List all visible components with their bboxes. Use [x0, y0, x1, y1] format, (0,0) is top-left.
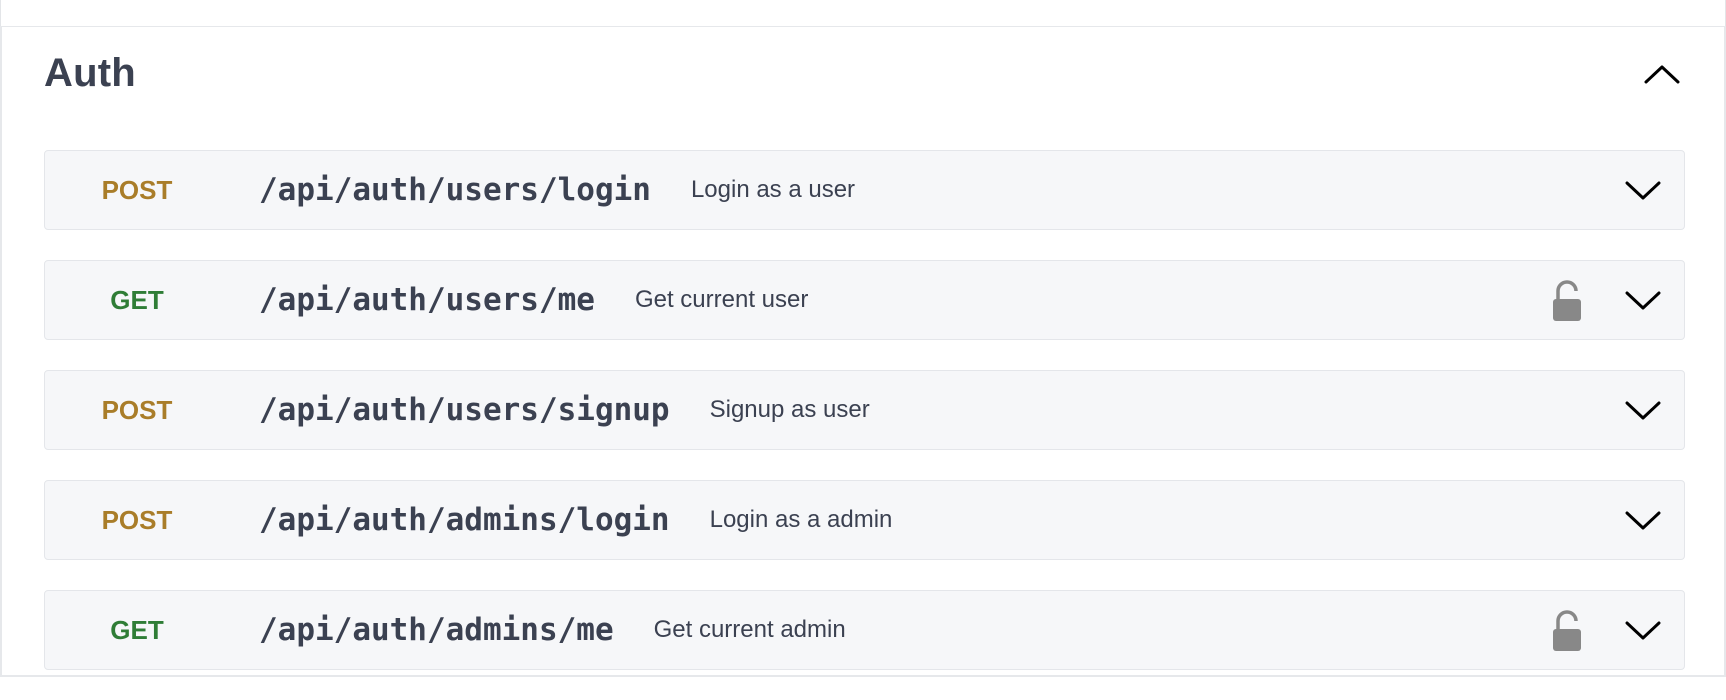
previous-section-card	[0, 0, 1726, 27]
operation-path: /api/auth/admins/me	[259, 612, 614, 648]
chevron-up-icon	[1644, 65, 1680, 84]
authorization-button[interactable]	[1549, 279, 1585, 323]
expand-operation-button[interactable]	[1621, 608, 1665, 652]
operation-path: /api/auth/users/login	[259, 172, 651, 208]
method-badge: POST	[101, 394, 173, 425]
collapse-section-button[interactable]	[1640, 53, 1684, 97]
operation-row[interactable]: POST /api/auth/users/login Login as a us…	[44, 150, 1685, 230]
chevron-down-icon	[1625, 181, 1661, 200]
operation-row[interactable]: GET /api/auth/admins/me Get current admi…	[44, 590, 1685, 670]
chevron-down-icon	[1625, 291, 1661, 310]
authorization-button[interactable]	[1549, 609, 1585, 653]
section-header[interactable]: Auth	[44, 47, 1684, 103]
operation-summary: Get current user	[634, 286, 809, 313]
method-badge: POST	[101, 504, 173, 535]
operation-summary: Login as a admin	[709, 506, 893, 533]
operation-path: /api/auth/admins/login	[259, 502, 670, 538]
operation-summary: Login as a user	[690, 176, 856, 203]
expand-operation-button[interactable]	[1621, 498, 1665, 542]
operation-row[interactable]: POST /api/auth/admins/login Login as a a…	[44, 480, 1685, 560]
chevron-down-icon	[1625, 511, 1661, 530]
method-badge: POST	[101, 174, 173, 205]
operation-summary: Signup as user	[709, 396, 870, 423]
operation-row[interactable]: GET /api/auth/users/me Get current user	[44, 260, 1685, 340]
section-title: Auth	[44, 51, 136, 95]
auth-section: Auth POST /api/auth/users/login Login as…	[0, 26, 1726, 677]
expand-operation-button[interactable]	[1621, 278, 1665, 322]
operation-path: /api/auth/users/me	[259, 282, 595, 318]
operation-path: /api/auth/users/signup	[259, 392, 670, 428]
unlocked-padlock-icon	[1553, 610, 1581, 651]
expand-operation-button[interactable]	[1621, 388, 1665, 432]
method-badge: GET	[110, 284, 164, 315]
expand-operation-button[interactable]	[1621, 168, 1665, 212]
operation-row[interactable]: POST /api/auth/users/signup Signup as us…	[44, 370, 1685, 450]
operation-summary: Get current admin	[653, 616, 846, 643]
method-badge: GET	[110, 614, 164, 645]
chevron-down-icon	[1625, 401, 1661, 420]
unlocked-padlock-icon	[1553, 280, 1581, 321]
chevron-down-icon	[1625, 621, 1661, 640]
operations-list: POST /api/auth/users/login Login as a us…	[44, 150, 1685, 700]
